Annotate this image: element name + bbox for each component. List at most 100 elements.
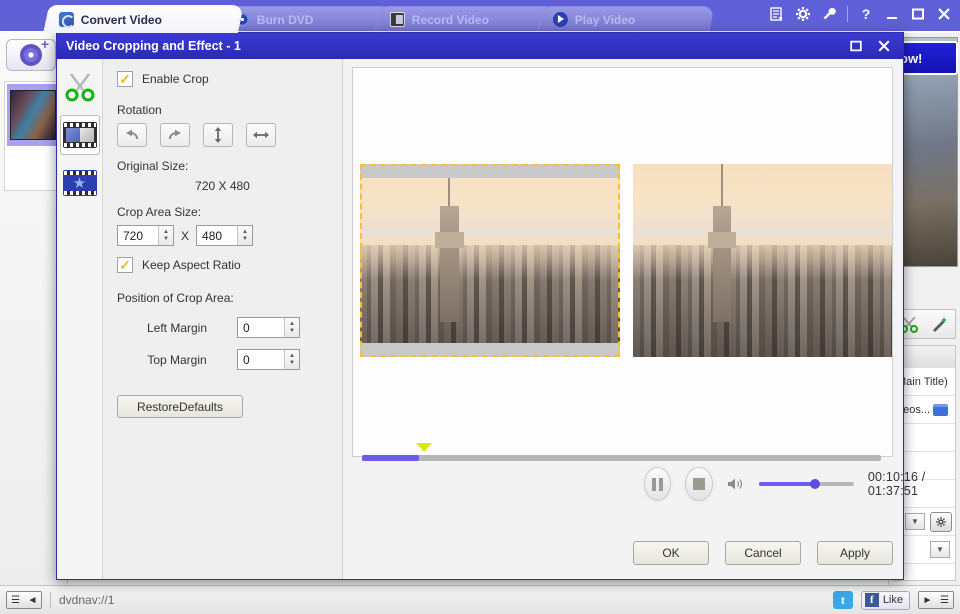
keep-aspect-ratio-checkbox[interactable]: ✓	[117, 257, 133, 273]
dialog-titlebar[interactable]: Video Cropping and Effect - 1	[57, 33, 903, 59]
result-preview[interactable]	[633, 164, 893, 357]
source-path-label: dvdnav://1	[59, 593, 114, 607]
ok-button[interactable]: OK	[633, 541, 709, 565]
seek-bar[interactable]	[362, 439, 881, 461]
top-margin-label: Top Margin	[117, 353, 237, 367]
enable-crop-row[interactable]: ✓ Enable Crop	[117, 71, 328, 87]
stepper-arrows[interactable]: ▲▼	[284, 350, 299, 369]
record-icon	[390, 12, 405, 27]
pause-button[interactable]	[644, 467, 671, 501]
crop-tab[interactable]	[60, 67, 100, 107]
flip-vertical-button[interactable]	[203, 123, 233, 147]
star-film-icon: ★	[63, 170, 97, 196]
close-icon[interactable]	[936, 6, 952, 22]
dialog-window-buttons	[849, 39, 899, 53]
keep-aspect-ratio-row[interactable]: ✓ Keep Aspect Ratio	[117, 257, 328, 273]
row-label: Main Title)	[897, 376, 948, 388]
gear-icon[interactable]	[930, 512, 952, 532]
gear-icon[interactable]	[795, 6, 811, 22]
tab-play-video[interactable]: Play Video	[537, 6, 715, 32]
preview-canvas	[352, 67, 893, 457]
help-icon[interactable]: ?	[858, 6, 874, 22]
enable-crop-checkbox[interactable]: ✓	[117, 71, 133, 87]
tab-label: Record Video	[412, 13, 489, 27]
minimize-icon[interactable]	[884, 6, 900, 22]
tab-record-video[interactable]: Record Video	[374, 6, 556, 32]
tab-burn-dvd[interactable]: Burn DVD	[219, 6, 393, 32]
twitter-icon[interactable]: t	[833, 591, 853, 609]
left-margin-label: Left Margin	[117, 321, 237, 335]
check-icon: ✓	[119, 257, 131, 274]
panel-toggle[interactable]: ☰ ◄	[6, 591, 42, 609]
expand-arrow-icon: ►	[919, 592, 936, 608]
facebook-like-button[interactable]: f Like	[861, 591, 910, 610]
rotation-buttons	[117, 123, 328, 147]
tab-label: Play Video	[575, 13, 635, 27]
original-size-label: Original Size:	[117, 159, 328, 173]
cancel-button[interactable]: Cancel	[725, 541, 801, 565]
chevron-down-icon[interactable]: ▼	[905, 513, 925, 530]
tab-convert-video[interactable]: Convert Video	[43, 5, 244, 33]
player-controls: 00:10:16 / 01:37:51	[644, 467, 956, 501]
volume-knob[interactable]	[810, 479, 820, 489]
rotate-right-button[interactable]	[160, 123, 190, 147]
crop-height-stepper[interactable]: ▲▼	[196, 225, 253, 246]
source-thumbnail-list[interactable]	[4, 81, 62, 191]
seek-marker-icon[interactable]	[416, 443, 432, 452]
tab-label: Convert Video	[81, 13, 162, 27]
top-margin-input[interactable]	[238, 350, 284, 369]
size-separator: X	[181, 229, 189, 243]
crop-width-input[interactable]	[118, 226, 158, 245]
crop-height-input[interactable]	[197, 226, 237, 245]
folder-icon[interactable]	[933, 404, 948, 416]
notes-icon[interactable]	[769, 6, 785, 22]
position-section-label: Position of Crop Area:	[117, 291, 328, 305]
dialog-actions: OK Cancel Apply	[633, 541, 893, 565]
crop-width-stepper[interactable]: ▲▼	[117, 225, 174, 246]
close-icon[interactable]	[877, 39, 891, 53]
original-size-value: 720 X 480	[117, 179, 328, 193]
tab-label: Burn DVD	[257, 13, 314, 27]
stepper-arrows[interactable]: ▲▼	[284, 318, 299, 337]
svg-text:?: ?	[862, 6, 871, 22]
facebook-like-label: Like	[883, 594, 903, 606]
maximize-icon[interactable]	[910, 6, 926, 22]
magic-wand-icon[interactable]	[930, 315, 950, 333]
list-item[interactable]	[7, 84, 59, 146]
statusbar: ☰ ◄ dvdnav://1 t f Like ► ☰	[0, 585, 960, 614]
restore-defaults-button[interactable]: RestoreDefaults	[117, 395, 243, 418]
preview-panel: 00:10:16 / 01:37:51 OK Cancel Apply	[344, 59, 903, 579]
expand-toggle[interactable]: ► ☰	[918, 591, 954, 609]
seek-track[interactable]	[362, 455, 881, 461]
wrench-icon[interactable]	[821, 6, 837, 22]
add-dvd-button[interactable]	[6, 39, 56, 71]
watermark-tab[interactable]: ★	[60, 163, 100, 203]
dialog-tab-rail: ★	[57, 59, 103, 579]
rotation-section-label: Rotation	[117, 103, 328, 117]
flip-horizontal-icon	[253, 129, 269, 141]
left-margin-stepper[interactable]: ▲▼	[237, 317, 300, 338]
top-margin-stepper[interactable]: ▲▼	[237, 349, 300, 370]
speaker-icon[interactable]	[727, 476, 745, 492]
convert-icon	[59, 12, 74, 27]
maximize-icon[interactable]	[849, 39, 863, 53]
stop-button[interactable]	[685, 467, 712, 501]
preview-pair	[360, 164, 892, 359]
rotate-left-icon	[124, 128, 140, 142]
stepper-arrows[interactable]: ▲▼	[237, 226, 252, 245]
flip-horizontal-button[interactable]	[246, 123, 276, 147]
stepper-arrows[interactable]: ▲▼	[158, 226, 173, 245]
collapse-arrow-icon: ◄	[24, 592, 41, 608]
enable-crop-label: Enable Crop	[142, 72, 209, 86]
list-icon: ☰	[936, 592, 953, 608]
statusbar-separator	[50, 592, 51, 608]
left-margin-input[interactable]	[238, 318, 284, 337]
effect-tab[interactable]	[60, 115, 100, 155]
play-icon	[553, 12, 568, 27]
source-preview[interactable]	[360, 164, 620, 357]
chevron-down-icon[interactable]: ▼	[930, 541, 950, 558]
crop-selection-overlay[interactable]	[360, 164, 620, 357]
volume-slider[interactable]	[759, 477, 854, 491]
rotate-left-button[interactable]	[117, 123, 147, 147]
apply-button[interactable]: Apply	[817, 541, 893, 565]
